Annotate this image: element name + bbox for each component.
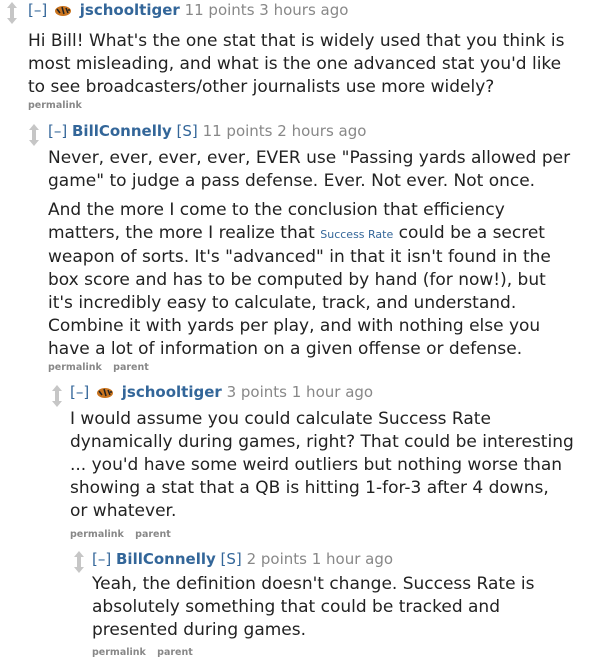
comment-line: presented during games. xyxy=(92,620,307,640)
comment-line: box score and has to be computed by hand… xyxy=(48,270,546,290)
collapse-toggle[interactable]: [–] xyxy=(70,383,89,401)
tiger-icon xyxy=(54,3,72,21)
comment: [–] BillConnelly [S] 11 points 2 hours a… xyxy=(0,118,600,378)
author-link[interactable]: jschooltiger xyxy=(80,1,180,19)
comment-buttons: permalink parent xyxy=(92,647,201,658)
permalink-link[interactable]: permalink xyxy=(92,647,146,658)
comment-line: absolutely something that could be track… xyxy=(92,597,500,617)
downvote-icon[interactable] xyxy=(51,396,63,407)
author-link[interactable]: BillConnelly xyxy=(72,122,172,140)
score: 11 points xyxy=(184,1,255,19)
permalink-link[interactable]: permalink xyxy=(28,100,82,111)
vote-arrows xyxy=(73,551,85,573)
comment-line: matters, the more I realize that Success… xyxy=(48,222,570,246)
upvote-icon[interactable] xyxy=(6,2,18,13)
comment-line: Hi Bill! What's the one stat that is wid… xyxy=(28,31,565,51)
comment-line: showing a stat that a QB is hitting 1-fo… xyxy=(70,478,549,498)
comment-body: Hi Bill! What's the one stat that is wid… xyxy=(28,30,565,99)
success-rate-link[interactable]: Success Rate xyxy=(320,228,393,241)
downvote-icon[interactable] xyxy=(73,562,85,573)
upvote-icon[interactable] xyxy=(28,124,40,135)
comment-line: most misleading, and what is the one adv… xyxy=(28,54,562,74)
comment-line: have a lot of information on a given off… xyxy=(48,339,523,359)
comment-buttons: permalink parent xyxy=(70,529,179,540)
comment-line: dynamically during games, right? That co… xyxy=(70,432,574,452)
comment-tagline: [–] jschooltiger 3 points 1 hour ago xyxy=(70,383,373,403)
comment-line: or whatever. xyxy=(70,501,177,521)
permalink-link[interactable]: permalink xyxy=(48,362,102,373)
submitter-flair[interactable]: [S] xyxy=(177,122,198,140)
comment-line: I would assume you could calculate Succe… xyxy=(70,409,491,429)
comment-line: game" to judge a pass defense. Ever. Not… xyxy=(48,171,536,191)
score: 11 points xyxy=(202,122,273,140)
vote-arrows xyxy=(28,124,40,146)
downvote-icon[interactable] xyxy=(28,135,40,146)
score: 2 points xyxy=(246,550,307,568)
submitter-flair[interactable]: [S] xyxy=(221,550,242,568)
vote-arrows xyxy=(51,385,63,407)
author-link[interactable]: jschooltiger xyxy=(122,383,222,401)
comment-text: could be a secret xyxy=(398,223,545,243)
comment: [–] BillConnelly [S] 2 points 1 hour ago… xyxy=(0,545,600,660)
timestamp: 1 hour ago xyxy=(311,550,394,568)
comment: [–] jschooltiger 3 points 1 hour ago I w… xyxy=(0,379,600,543)
vote-arrows xyxy=(6,2,18,24)
upvote-icon[interactable] xyxy=(73,551,85,562)
upvote-icon[interactable] xyxy=(51,385,63,396)
collapse-toggle[interactable]: [–] xyxy=(92,550,111,568)
comment-text: matters, the more I realize that xyxy=(48,223,315,243)
timestamp: 1 hour ago xyxy=(291,383,374,401)
comment-tagline: [–] jschooltiger 11 points 3 hours ago xyxy=(28,1,348,21)
score: 3 points xyxy=(226,383,287,401)
comment-line: weapon of sorts. It's "advanced" in that… xyxy=(48,247,551,267)
comment-line: to see broadcasters/other journalists us… xyxy=(28,77,495,97)
comment-buttons: permalink parent xyxy=(48,362,157,373)
comment-line: Never, ever, ever, ever, EVER use "Passi… xyxy=(48,148,571,168)
comment-line: And the more I come to the conclusion th… xyxy=(48,200,505,220)
downvote-icon[interactable] xyxy=(6,13,18,24)
tiger-icon xyxy=(96,385,114,403)
comment-line: it's incredibly easy to calculate, track… xyxy=(48,293,517,313)
comment-body: Never, ever, ever, ever, EVER use "Passi… xyxy=(48,147,570,361)
comment: [–] jschooltiger 11 points 3 hours ago H… xyxy=(0,0,600,112)
comment-body: Yeah, the definition doesn't change. Suc… xyxy=(92,573,535,642)
timestamp: 2 hours ago xyxy=(277,122,367,140)
parent-link[interactable]: parent xyxy=(113,362,149,373)
collapse-toggle[interactable]: [–] xyxy=(28,1,47,19)
comment-line: Combine it with yards per play, and with… xyxy=(48,316,541,336)
comment-tagline: [–] BillConnelly [S] 2 points 1 hour ago xyxy=(92,550,393,568)
comment-line: Yeah, the definition doesn't change. Suc… xyxy=(92,574,535,594)
parent-link[interactable]: parent xyxy=(135,529,171,540)
comment-line: ... you'd have some weird outliers but n… xyxy=(70,455,563,475)
author-link[interactable]: BillConnelly xyxy=(116,550,216,568)
parent-link[interactable]: parent xyxy=(157,647,193,658)
timestamp: 3 hours ago xyxy=(259,1,349,19)
comment-body: I would assume you could calculate Succe… xyxy=(70,408,574,523)
collapse-toggle[interactable]: [–] xyxy=(48,122,67,140)
comment-buttons: permalink xyxy=(28,100,90,111)
comment-tagline: [–] BillConnelly [S] 11 points 2 hours a… xyxy=(48,122,366,140)
permalink-link[interactable]: permalink xyxy=(70,529,124,540)
